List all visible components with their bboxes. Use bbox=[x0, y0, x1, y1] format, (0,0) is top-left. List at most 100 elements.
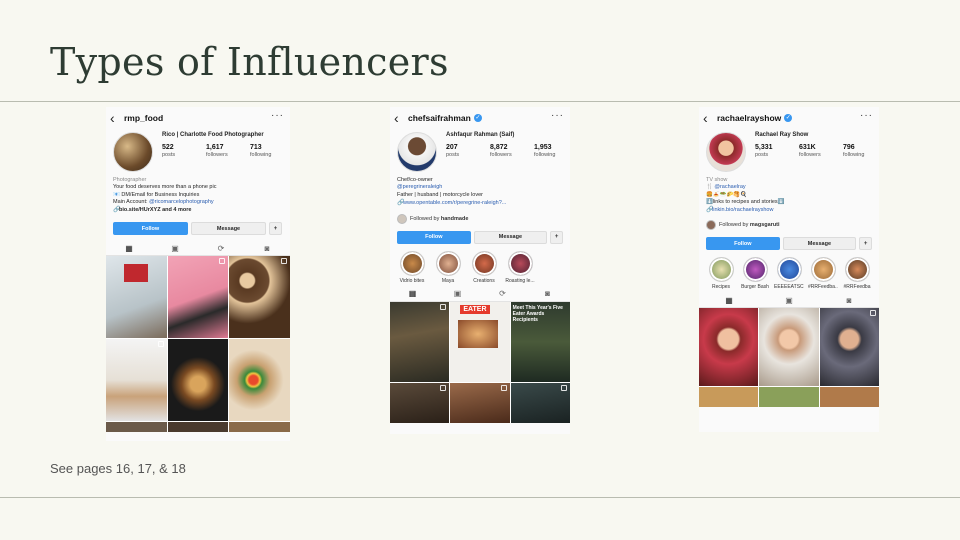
message-button[interactable]: Message bbox=[782, 237, 857, 251]
post-thumbnail[interactable] bbox=[106, 422, 167, 433]
post-thumbnail[interactable] bbox=[106, 256, 167, 339]
post-thumbnail[interactable] bbox=[510, 382, 570, 423]
back-arrow-icon[interactable]: ‹ bbox=[394, 111, 404, 125]
post-thumbnail[interactable] bbox=[390, 301, 450, 382]
back-arrow-icon[interactable]: ‹ bbox=[703, 111, 713, 125]
stat-label: posts bbox=[162, 152, 176, 158]
stat-followers[interactable]: 8,872 followers bbox=[490, 144, 524, 158]
followed-by-row[interactable]: Followed by handmade bbox=[390, 210, 570, 228]
highlight-label: EEEEEATSC... bbox=[774, 284, 804, 291]
post-thumbnail[interactable] bbox=[819, 308, 879, 387]
profile-screenshot-rmp-food: ‹ rmp_food ··· Rico | Charlotte Food Pho… bbox=[106, 107, 290, 441]
highlight[interactable]: Roasting le... bbox=[505, 250, 535, 284]
bio-link[interactable]: bio.site/HUrXYZ and 4 more bbox=[119, 207, 191, 213]
highlight[interactable]: #RRFeedba... bbox=[808, 257, 838, 290]
pinned-icon bbox=[219, 258, 226, 265]
igtv-icon[interactable]: ▣ bbox=[453, 289, 463, 299]
add-person-icon[interactable]: + bbox=[859, 237, 872, 251]
highlight-cover bbox=[399, 250, 425, 276]
post-grid: EATER Meet This Year's Five Eater Awards… bbox=[390, 301, 570, 423]
follow-button[interactable]: Follow bbox=[113, 222, 188, 236]
highlight-cover bbox=[776, 257, 802, 283]
tagged-icon[interactable]: ◙ bbox=[262, 244, 272, 254]
stat-value: 1,617 bbox=[206, 144, 224, 151]
stat-following[interactable]: 796 following bbox=[843, 144, 877, 158]
reels-icon[interactable]: ⟳ bbox=[216, 244, 226, 254]
stat-posts[interactable]: 207 posts bbox=[446, 144, 480, 158]
igtv-icon[interactable]: ▣ bbox=[784, 296, 794, 306]
igtv-icon[interactable]: ▣ bbox=[170, 244, 180, 254]
add-person-icon[interactable]: + bbox=[550, 230, 563, 244]
highlight[interactable]: Recipes bbox=[706, 257, 736, 290]
bio-link-row[interactable]: 🔗bio.site/HUrXYZ and 4 more bbox=[113, 207, 283, 214]
post-thumbnail[interactable] bbox=[699, 308, 759, 387]
post-thumbnail[interactable] bbox=[229, 256, 290, 339]
bio-mention-link[interactable]: 🍴 @rachaelray bbox=[706, 184, 872, 191]
highlight[interactable]: Burger Bash bbox=[740, 257, 770, 290]
stat-followers[interactable]: 631K followers bbox=[799, 144, 833, 158]
post-thumbnail[interactable] bbox=[759, 308, 819, 387]
tagged-icon[interactable]: ◙ bbox=[543, 289, 553, 299]
post-thumbnail[interactable] bbox=[229, 339, 290, 422]
stat-following[interactable]: 1,953 following bbox=[534, 144, 568, 158]
bio-mention-link[interactable]: @peregrineraleigh bbox=[397, 184, 563, 191]
follow-button[interactable]: Follow bbox=[706, 237, 780, 251]
avatar[interactable] bbox=[113, 132, 153, 172]
highlight-label: Roasting le... bbox=[505, 277, 535, 284]
stat-posts[interactable]: 522 posts bbox=[162, 144, 196, 158]
highlight[interactable]: Vidrio bites bbox=[397, 250, 427, 284]
message-button[interactable]: Message bbox=[191, 222, 266, 236]
reels-icon[interactable]: ⟳ bbox=[498, 289, 508, 299]
followed-by-user[interactable]: handmade bbox=[441, 216, 469, 222]
grid-icon[interactable]: ▦ bbox=[724, 296, 734, 306]
stat-label: following bbox=[250, 152, 272, 158]
stat-posts[interactable]: 5,331 posts bbox=[755, 144, 789, 158]
profile-header: ‹ rmp_food ··· bbox=[106, 107, 290, 129]
message-button[interactable]: Message bbox=[473, 230, 548, 244]
add-person-icon[interactable]: + bbox=[269, 222, 282, 236]
bio-line: Your food deserves more than a phone pic bbox=[113, 184, 217, 191]
bio-link[interactable]: linkin.bio/rachaelrayshow bbox=[712, 207, 773, 213]
highlight[interactable]: EEEEEATSC... bbox=[774, 257, 804, 290]
post-thumbnail[interactable] bbox=[819, 387, 879, 408]
post-thumbnail[interactable] bbox=[167, 339, 229, 422]
more-icon[interactable]: ··· bbox=[271, 110, 284, 121]
bio-line: Main Account: @ricomarcelophotography bbox=[113, 199, 283, 206]
post-thumbnail[interactable] bbox=[699, 387, 759, 408]
post-thumbnail[interactable] bbox=[450, 382, 510, 423]
post-thumbnail[interactable] bbox=[759, 387, 819, 408]
follower-avatar bbox=[397, 213, 407, 224]
bio-link[interactable]: www.opentable.com/r/peregrine-raleigh?..… bbox=[403, 200, 506, 206]
grid-icon[interactable]: ▦ bbox=[408, 289, 418, 299]
more-icon[interactable]: ··· bbox=[551, 110, 564, 121]
highlight[interactable]: Maya bbox=[433, 250, 463, 284]
post-thumbnail[interactable] bbox=[229, 422, 290, 433]
more-icon[interactable]: ··· bbox=[860, 110, 873, 121]
post-thumbnail[interactable] bbox=[167, 256, 229, 339]
username: rachaelrayshow bbox=[717, 113, 782, 123]
avatar[interactable] bbox=[706, 132, 746, 172]
stat-value: 796 bbox=[843, 144, 855, 151]
followed-by-user[interactable]: magsgaruti bbox=[750, 222, 780, 228]
tagged-icon[interactable]: ◙ bbox=[844, 296, 854, 306]
post-thumbnail[interactable]: EATER bbox=[450, 301, 510, 382]
bio-link-row[interactable]: 🔗www.opentable.com/r/peregrine-raleigh?.… bbox=[397, 200, 563, 207]
followed-by-row[interactable]: Followed by magsgaruti bbox=[699, 216, 879, 234]
bio-link-row[interactable]: 🔗linkin.bio/rachaelrayshow bbox=[706, 207, 872, 214]
back-arrow-icon[interactable]: ‹ bbox=[110, 111, 120, 125]
follow-button[interactable]: Follow bbox=[397, 230, 471, 244]
stat-followers[interactable]: 1,617 followers bbox=[206, 144, 240, 158]
post-thumbnail[interactable] bbox=[167, 422, 229, 433]
post-thumbnail[interactable] bbox=[106, 339, 167, 422]
avatar[interactable] bbox=[397, 132, 437, 172]
grid-icon[interactable]: ▦ bbox=[124, 244, 134, 254]
highlight[interactable]: Creations bbox=[469, 250, 499, 284]
highlight[interactable]: #RRFeedba bbox=[842, 257, 872, 290]
highlight-cover bbox=[810, 257, 836, 283]
post-thumbnail[interactable] bbox=[390, 382, 450, 423]
bio-line: ⬇️links to recipes and stories⬇️ bbox=[706, 199, 785, 206]
display-name: Rachael Ray Show bbox=[755, 132, 809, 138]
bio-mention-link[interactable]: @ricomarcelophotography bbox=[149, 199, 214, 205]
post-thumbnail[interactable]: Meet This Year's Five Eater Awards Recip… bbox=[510, 301, 570, 382]
stat-following[interactable]: 713 following bbox=[250, 144, 284, 158]
